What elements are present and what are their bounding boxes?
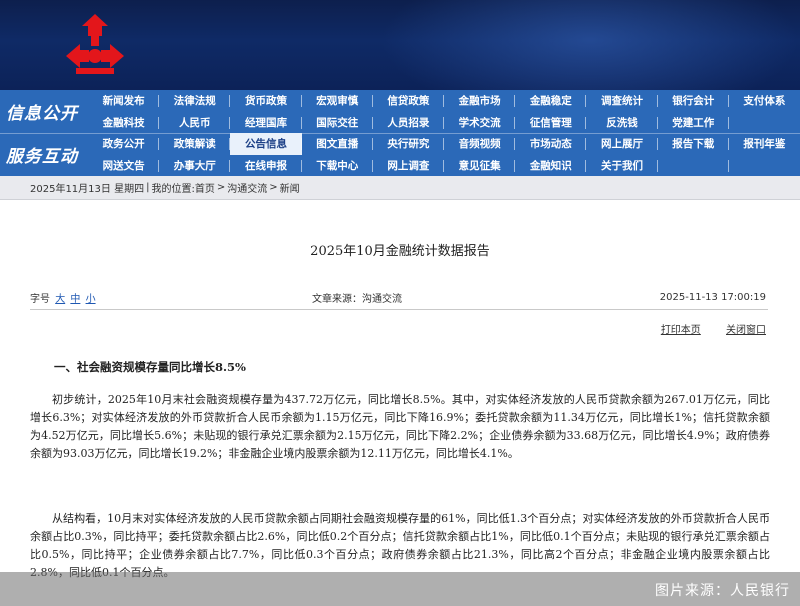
font-medium-link[interactable]: 中 — [70, 294, 80, 305]
nav-item[interactable]: 金融科技 — [88, 112, 160, 134]
font-size-control: 字号 大 中 小 — [30, 290, 96, 305]
print-page-link[interactable]: 打印本页 — [661, 325, 701, 336]
nav-item[interactable]: 反洗钱 — [586, 112, 658, 134]
nav-item[interactable]: 人民币 — [159, 112, 231, 134]
article-content: 2025年10月金融统计数据报告 字号 大 中 小 文章来源：沟通交流 2025… — [0, 200, 800, 606]
nav-item[interactable]: 货币政策 — [230, 90, 302, 112]
nav-item[interactable]: 公告信息 — [230, 133, 302, 155]
header-banner — [0, 0, 800, 90]
main-navigation: 信息公开 服务互动 新闻发布 法律法规 货币政策 宏观审慎 信贷政策 金融市场 金融稳定 调查… — [0, 90, 800, 176]
nav-item[interactable]: 调查统计 — [586, 90, 658, 112]
nav-item[interactable]: 网送文告 — [88, 155, 160, 177]
breadcrumb-arrow: > — [216, 182, 226, 193]
nav-item[interactable]: 市场动态 — [515, 133, 587, 155]
nav-item[interactable]: 新闻发布 — [88, 90, 160, 112]
current-date: 2025年11月13日 星期四 — [30, 184, 145, 195]
nav-item[interactable]: 金融稳定 — [515, 90, 587, 112]
nav-item[interactable]: 法律法规 — [159, 90, 231, 112]
section-heading: 一、社会融资规模存量同比增长8.5% — [54, 360, 246, 374]
article-source: 文章来源：沟通交流 — [312, 294, 402, 305]
nav-item[interactable]: 国际交往 — [302, 112, 374, 134]
nav-item[interactable]: 党建工作 — [658, 112, 730, 134]
nav-item[interactable]: 金融市场 — [444, 90, 516, 112]
section-label-service: 服务互动 — [6, 147, 78, 167]
nav-item[interactable]: 金融知识 — [515, 155, 587, 177]
font-large-link[interactable]: 大 — [55, 294, 65, 305]
nav-empty-cell — [729, 155, 800, 177]
breadcrumb-prefix: 我的位置: — [151, 184, 195, 195]
nav-row: 网送文告 办事大厅 在线申报 下载中心 网上调查 意见征集 金融知识 关于我们 — [88, 155, 800, 177]
article-meta: 字号 大 中 小 文章来源：沟通交流 2025-11-13 17:00:19 — [30, 286, 768, 310]
section-label-info: 信息公开 — [6, 104, 78, 124]
breadcrumb-separator: | — [146, 182, 150, 193]
nav-item[interactable]: 音频视频 — [444, 133, 516, 155]
nav-item[interactable]: 经理国库 — [230, 112, 302, 134]
nav-row: 金融科技 人民币 经理国库 国际交往 人员招录 学术交流 征信管理 反洗钱 党建工作 — [88, 112, 800, 134]
close-window-link[interactable]: 关闭窗口 — [726, 325, 766, 336]
breadcrumb-level1-link[interactable]: 沟通交流 — [227, 180, 267, 195]
nav-item[interactable]: 报刊年鉴 — [729, 133, 800, 155]
nav-item[interactable]: 征信管理 — [515, 112, 587, 134]
nav-empty-cell — [729, 112, 800, 134]
nav-item[interactable]: 网上展厅 — [586, 133, 658, 155]
nav-empty-cell — [658, 155, 730, 177]
font-small-link[interactable]: 小 — [86, 294, 96, 305]
nav-item[interactable]: 人员招录 — [373, 112, 445, 134]
nav-item[interactable]: 办事大厅 — [159, 155, 231, 177]
nav-item[interactable]: 关于我们 — [586, 155, 658, 177]
banner-faded-text — [140, 30, 153, 55]
nav-row: 新闻发布 法律法规 货币政策 宏观审慎 信贷政策 金融市场 金融稳定 调查统计 银行会计 支付体系 — [88, 90, 800, 112]
article-date: 2025-11-13 17:00:19 — [659, 292, 766, 303]
breadcrumb: 2025年11月13日 星期四 | 我的位置: 首页 > 沟通交流 > 新闻 — [0, 176, 800, 200]
breadcrumb-level2-link[interactable]: 新闻 — [280, 180, 300, 195]
breadcrumb-home-link[interactable]: 首页 — [195, 180, 215, 195]
image-source-watermark: 图片来源：人民银行 — [655, 583, 790, 599]
article-tools: 打印本页 关闭窗口 — [639, 321, 766, 336]
font-size-label: 字号 — [30, 294, 50, 305]
nav-item[interactable]: 支付体系 — [729, 90, 800, 112]
nav-item[interactable]: 意见征集 — [444, 155, 516, 177]
nav-item[interactable]: 下载中心 — [302, 155, 374, 177]
nav-item[interactable]: 政策解读 — [159, 133, 231, 155]
article-title: 2025年10月金融统计数据报告 — [310, 244, 490, 259]
nav-item[interactable]: 银行会计 — [658, 90, 730, 112]
nav-row: 政务公开 政策解读 公告信息 图文直播 央行研究 音频视频 市场动态 网上展厅 报告下载 报刊年鉴 — [88, 133, 800, 155]
banner-glow — [380, 0, 800, 90]
nav-grid: 新闻发布 法律法规 货币政策 宏观审慎 信贷政策 金融市场 金融稳定 调查统计 银行会计 支付体系… — [88, 90, 800, 176]
pboc-emblem-icon[interactable] — [62, 12, 128, 78]
article-paragraph: 初步统计，2025年10月末社会融资规模存量为437.72万亿元，同比增长8.5… — [30, 393, 770, 460]
nav-item[interactable]: 信贷政策 — [373, 90, 445, 112]
nav-item[interactable]: 图文直播 — [302, 133, 374, 155]
nav-item[interactable]: 报告下载 — [658, 133, 730, 155]
breadcrumb-arrow: > — [269, 182, 278, 193]
nav-item[interactable]: 宏观审慎 — [302, 90, 374, 112]
nav-item[interactable]: 在线申报 — [230, 155, 302, 177]
nav-item[interactable]: 政务公开 — [88, 133, 160, 155]
nav-item[interactable]: 学术交流 — [444, 112, 516, 134]
nav-item[interactable]: 网上调查 — [373, 155, 445, 177]
nav-item[interactable]: 央行研究 — [373, 133, 445, 155]
